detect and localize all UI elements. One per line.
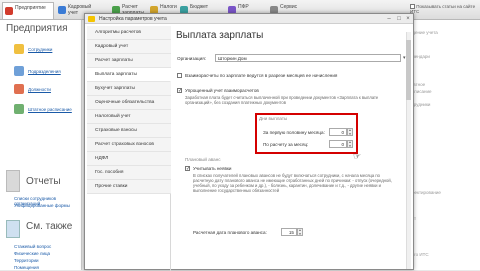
right-info-panel: Ведение учета Календари Штатное расписан… (405, 20, 480, 270)
hr-icon (58, 6, 66, 14)
nav-item-benefits[interactable]: Гос. пособия (87, 166, 171, 180)
employees-icon (14, 44, 24, 54)
remainder-input[interactable]: 0 (329, 140, 347, 148)
simplified-checkbox[interactable]: ✓ (177, 88, 182, 94)
first-half-input[interactable]: 0 (329, 128, 347, 136)
nav-item-insurance[interactable]: Страховые взносы (87, 124, 171, 138)
close-icon[interactable]: × (404, 15, 412, 23)
enterprise-icon (5, 7, 13, 15)
positions-icon (14, 84, 24, 94)
settings-nav: Алгоритмы расчетов Кадровый учет Расчет … (87, 26, 171, 271)
dialog-titlebar[interactable]: Настройка параметров учета (85, 14, 413, 24)
see-also-link-seniority[interactable]: Стажевый вопрос (14, 244, 51, 249)
org-field[interactable]: Шторкин Дом (215, 54, 401, 62)
see-also-icon (6, 220, 20, 238)
absences-checkbox[interactable]: ✓ (185, 166, 190, 172)
left-section-panel: Предприятия Сотрудники Подразделения Дол… (0, 20, 82, 270)
settings-dialog: Настройка параметров учета – □ × Алгорит… (84, 13, 414, 271)
pointer-hand-icon: ☞ (353, 151, 362, 161)
see-also-link-territories[interactable]: Территории (14, 258, 39, 263)
nav-item-tax-accounting[interactable]: Налоговый учет (87, 110, 171, 124)
nav-item-accounting[interactable]: Бухучет зарплаты (87, 82, 171, 96)
see-also-link-persons[interactable]: Физические лица (14, 251, 50, 256)
org-label: Организация: (177, 56, 206, 61)
reports-title: Отчеты (26, 176, 61, 187)
absences-label: Учитывать неявки (193, 166, 232, 171)
nav-item-insurance-calc[interactable]: Расчет страховых взносов (87, 138, 171, 152)
see-also-title: См. также (26, 221, 73, 232)
nav-item-salary-payment[interactable]: Выплата зарплаты (87, 68, 171, 82)
first-half-label: За первую половину месяца: (263, 130, 325, 135)
section-title: Предприятия (6, 23, 68, 34)
page-title: Выплата зарплаты (176, 30, 264, 41)
advance-date-label: Расчетная дата планового аванса: (193, 230, 267, 235)
nav-item-algorithms[interactable]: Алгоритмы расчетов (87, 26, 171, 40)
nav-item-hr[interactable]: Кадровый учет (87, 40, 171, 54)
see-also-link-premises[interactable]: Помещения (14, 265, 39, 270)
nav-item-other-rates[interactable]: Прочие ставки (87, 180, 171, 194)
staffing-icon (14, 104, 24, 114)
departments-icon (14, 66, 24, 76)
report-link-unified-forms[interactable]: Унифицированные формы (14, 203, 70, 208)
reports-icon (6, 170, 20, 192)
by-month-checkbox[interactable] (177, 73, 182, 78)
advance-date-input[interactable]: 15 (281, 228, 297, 236)
nav-item-payroll-calc[interactable]: Расчет зарплаты (87, 54, 171, 68)
by-month-label: Взаиморасчеты по зарплате ведутся в разр… (185, 73, 338, 78)
remainder-spinner[interactable]: ▲ ▼ (347, 140, 353, 148)
absences-note: В списках получателей плановых авансов н… (193, 173, 392, 193)
dialog-title: Настройка параметров учета (99, 16, 167, 22)
advance-group-label: Плановый аванс (185, 157, 221, 162)
app-logo-icon (88, 16, 95, 22)
scrollbar-thumb[interactable] (406, 40, 411, 100)
pay-days-group-label: Дни выплаты (259, 116, 288, 121)
its-articles-toggle[interactable]: Показывать статьи на сайте ИТС (410, 4, 478, 14)
simplified-note: Заработная плата будет считаться выплаче… (185, 95, 379, 105)
remainder-label: По расчету за месяц: (263, 142, 309, 147)
nav-link-departments[interactable]: Подразделения (28, 69, 61, 74)
maximize-icon[interactable]: □ (395, 15, 403, 23)
its-articles-checkbox[interactable] (410, 4, 415, 10)
nav-link-positions[interactable]: Должности (28, 87, 51, 92)
nav-item-estimated[interactable]: Оценочные обязательства (87, 96, 171, 110)
simplified-label: Упрощенный учет взаиморасчетов (185, 88, 259, 93)
minimize-icon[interactable]: – (385, 15, 393, 23)
tab-enterprise[interactable]: Предприятие (2, 2, 54, 19)
nav-item-ndfl[interactable]: НДФЛ (87, 152, 171, 166)
nav-link-employees[interactable]: Сотрудники (28, 47, 52, 52)
first-half-spinner[interactable]: ▲ ▼ (347, 128, 353, 136)
advance-date-spinner[interactable]: ▲ ▼ (297, 228, 303, 236)
nav-link-staffing[interactable]: Штатное расписание (28, 107, 72, 112)
